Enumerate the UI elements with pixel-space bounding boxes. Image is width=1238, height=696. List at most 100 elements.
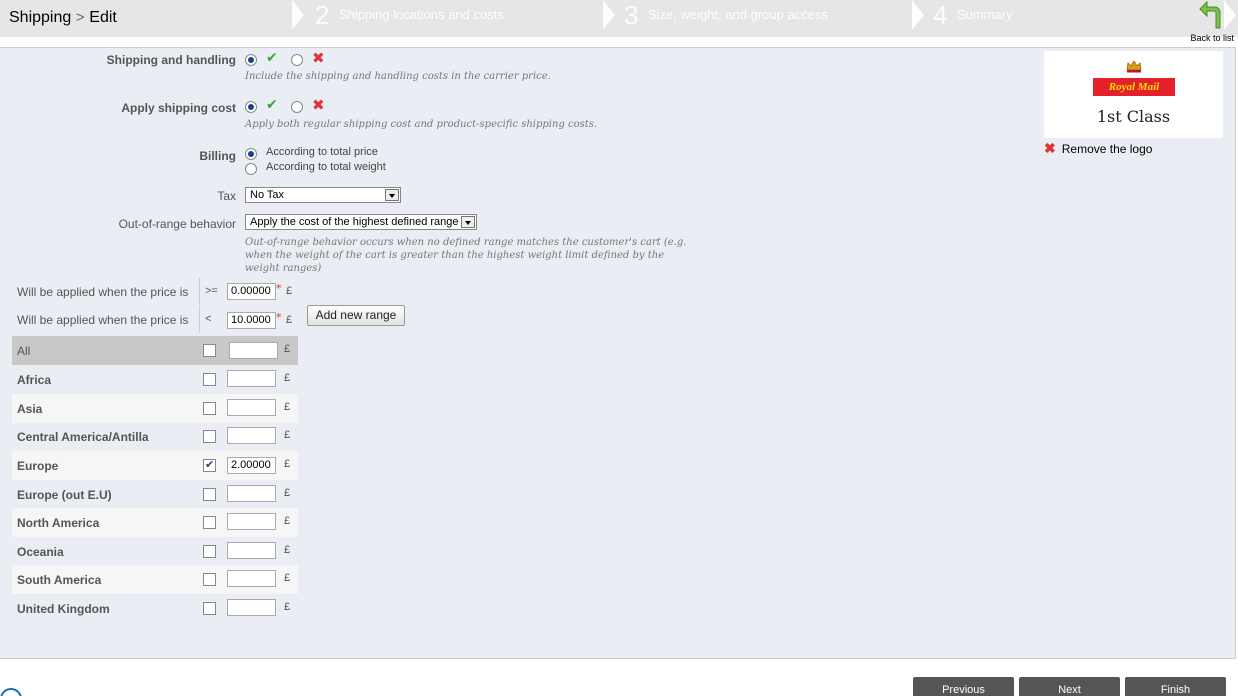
shipping-handling-hint: Include the shipping and handling costs … [245,71,551,82]
required-mark: * [276,311,282,324]
carrier-brand: Royal Mail [1093,78,1175,96]
zone-currency: £ [284,544,291,556]
remove-icon: ✖ [1044,140,1056,156]
carrier-class: 1st Class [1096,107,1171,126]
out-of-range-hint: Out-of-range behavior occurs when no def… [245,237,687,274]
zone-fee-input[interactable]: 2.00000 [227,457,276,474]
range-lower-operator: >= [205,285,218,297]
range-upper-currency: £ [286,314,293,326]
divider [199,278,200,305]
zone-checkbox[interactable] [203,488,216,501]
apply-shipping-cost-hint: Apply both regular shipping cost and pro… [245,119,598,130]
zone-checkbox[interactable] [203,430,216,443]
zone-name: Africa [17,373,52,387]
zone-currency: £ [284,458,291,470]
zone-row-africa: Africa £ [12,365,298,394]
step-separator-icon [912,0,924,30]
zone-row-all: All £ [12,336,298,365]
range-upper-label: Will be applied when the price is [17,313,189,327]
zone-row-asia: Asia £ [12,394,298,423]
apply-shipping-cost-yes-radio[interactable] [245,101,257,113]
step-4-label: Summary [957,7,1013,22]
zone-checkbox[interactable] [203,402,216,415]
zone-fee-input[interactable] [227,485,276,502]
step-2-number: 2 [315,0,330,30]
apply-shipping-cost-no-radio[interactable] [291,101,303,113]
zone-currency: £ [284,515,291,527]
zone-row-central-america: Central America/Antilla £ [12,422,298,451]
billing-total-price-label[interactable]: According to total price [266,146,378,158]
zone-row-europe: Europe 2.00000 £ [12,451,298,480]
billing-total-weight-radio[interactable] [245,163,257,175]
zone-currency: £ [284,572,291,584]
zone-checkbox[interactable] [203,602,216,615]
zone-checkbox[interactable] [203,458,216,472]
zone-name: Asia [17,402,43,416]
out-of-range-select[interactable]: Apply the cost of the highest defined ra… [245,214,477,230]
tax-label: Tax [217,189,236,203]
crown-icon [1126,60,1142,73]
range-lower-label: Will be applied when the price is [17,285,189,299]
zone-checkbox[interactable] [203,545,216,558]
divider [199,306,200,333]
billing-total-weight-label[interactable]: According to total weight [266,161,386,173]
billing-label: Billing [199,149,236,163]
shipping-handling-yes-radio[interactable] [245,54,257,66]
zone-row-europe-out-eu: Europe (out E.U) £ [12,480,298,509]
zone-name: All [17,344,31,358]
remove-logo-label: Remove the logo [1061,142,1153,156]
step-3-number: 3 [624,0,639,30]
range-upper-input[interactable]: 10.0000 [227,312,276,329]
required-mark: * [276,282,282,295]
zone-fee-input[interactable] [227,427,276,444]
zone-fee-input[interactable] [227,399,276,416]
zone-currency: £ [284,401,291,413]
help-icon[interactable] [0,688,22,696]
zone-row-north-america: North America £ [12,508,298,537]
dropdown-arrow-icon [385,189,399,201]
zone-row-south-america: South America £ [12,565,298,594]
breadcrumb: Shipping > Edit [9,9,117,27]
zone-fee-input[interactable] [227,599,276,616]
zone-fee-input[interactable] [229,342,278,359]
breadcrumb-shipping[interactable]: Shipping [9,9,71,26]
zone-name: Oceania [17,545,64,559]
finish-button[interactable]: Finish [1125,677,1226,696]
check-icon: ✔ [266,50,278,66]
zone-fee-input[interactable] [227,513,276,530]
step-2-label: Shipping locations and costs [339,7,504,22]
carrier-logo: Royal Mail 1st Class [1044,51,1223,138]
apply-shipping-cost-label: Apply shipping cost [121,101,236,115]
wizard-header: Shipping > Edit 2 Shipping locations and c… [0,0,1238,37]
zone-name: North America [17,516,100,530]
zone-currency: £ [284,487,291,499]
zone-row-oceania: Oceania £ [12,537,298,566]
range-upper-operator: < [205,313,212,325]
zone-name: South America [17,573,102,587]
back-to-list-button[interactable]: Back to list [1174,1,1234,45]
billing-total-price-radio[interactable] [245,148,257,160]
previous-button[interactable]: Previous [913,677,1014,696]
range-lower-input[interactable]: 0.00000 [227,283,276,300]
zone-fee-input[interactable] [227,570,276,587]
back-arrow-icon [1199,1,1221,29]
zone-fee-input[interactable] [227,542,276,559]
out-of-range-select-value: Apply the cost of the highest defined ra… [250,216,459,228]
next-button[interactable]: Next [1019,677,1120,696]
remove-logo-link[interactable]: ✖ Remove the logo [1044,140,1152,157]
tax-select[interactable]: No Tax [245,187,401,203]
zone-fee-input[interactable] [227,370,276,387]
tax-select-value: No Tax [250,189,285,201]
zone-checkbox[interactable] [203,373,216,386]
zone-checkbox[interactable] [203,573,216,586]
add-new-range-button[interactable]: Add new range [307,305,405,326]
range-lower-currency: £ [286,285,293,297]
zone-currency: £ [284,372,291,384]
zone-currency: £ [284,429,291,441]
back-to-list-label: Back to list [1190,33,1234,43]
zone-checkbox[interactable] [203,344,216,357]
out-of-range-label: Out-of-range behavior [118,217,236,231]
shipping-handling-no-radio[interactable] [291,54,303,66]
step-3-label: Size, weight, and group access [648,7,828,22]
zone-checkbox[interactable] [203,516,216,529]
